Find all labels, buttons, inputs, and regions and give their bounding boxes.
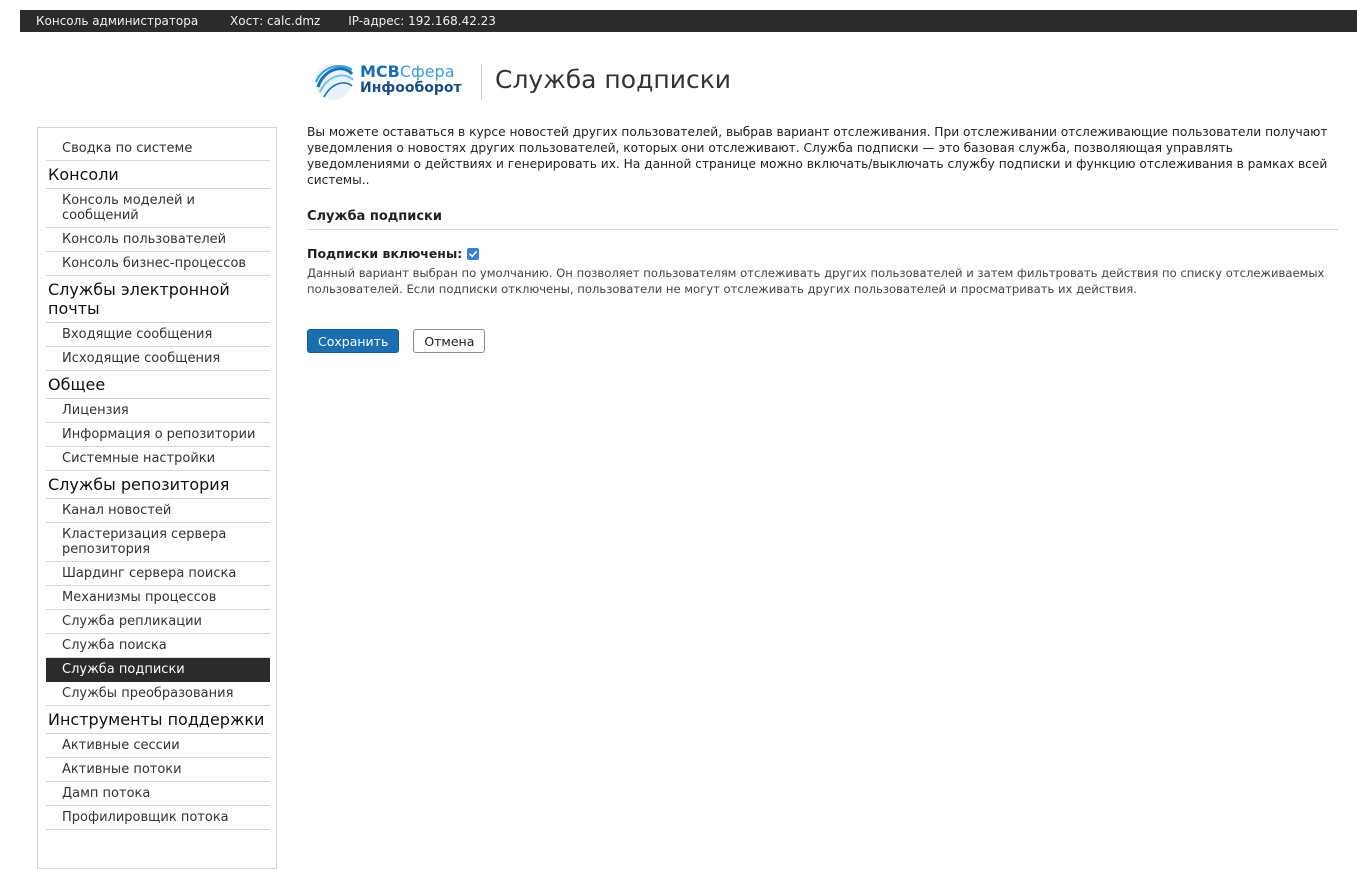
checkmark-icon xyxy=(469,250,478,257)
sidebar-item[interactable]: Исходящие сообщения xyxy=(46,347,270,371)
subscriptions-field: Подписки включены: xyxy=(307,246,1338,261)
page-title: Служба подписки xyxy=(495,65,732,94)
sidebar-item[interactable]: Служба поиска xyxy=(46,634,270,658)
sidebar-item[interactable]: Сводка по системе xyxy=(46,128,270,161)
sidebar-item[interactable]: Информация о репозитории xyxy=(46,423,270,447)
ip-address-label: IP-адрес: 192.168.42.23 xyxy=(348,14,496,28)
form-buttons: Сохранить Отмена xyxy=(307,329,1338,353)
sidebar-item-active[interactable]: Служба подписки xyxy=(46,658,270,682)
sidebar-group-heading: Службы электронной почты xyxy=(46,276,270,323)
sidebar-item[interactable]: Консоль пользователей xyxy=(46,228,270,252)
sidebar-item[interactable]: Профилировщик потока xyxy=(46,806,270,830)
logo-brand-part-2: Сфера xyxy=(399,62,455,81)
sidebar-group-heading: Общее xyxy=(46,371,270,399)
sidebar-item[interactable]: Лицензия xyxy=(46,399,270,423)
host-label: Хост: calc.dmz xyxy=(230,14,321,28)
save-button[interactable]: Сохранить xyxy=(307,329,400,353)
header-divider xyxy=(481,64,482,100)
sidebar-item[interactable]: Шардинг сервера поиска xyxy=(46,562,270,586)
admin-console-label[interactable]: Консоль администратора xyxy=(36,10,198,32)
logo-brand-part-1: МСВ xyxy=(360,62,400,81)
sidebar-item[interactable]: Канал новостей xyxy=(46,499,270,523)
subscriptions-label: Подписки включены: xyxy=(307,246,463,261)
page-description: Вы можете оставаться в курсе новостей др… xyxy=(307,125,1328,187)
subscriptions-checkbox[interactable] xyxy=(467,247,480,260)
section-title: Служба подписки xyxy=(307,209,1338,230)
subscriptions-help-text: Данный вариант выбран по умолчанию. Он п… xyxy=(307,266,1325,296)
topbar-strip: Консоль администратора Хост: calc.dmz IP… xyxy=(20,10,1357,32)
sidebar-group-heading: Консоли xyxy=(46,161,270,189)
logo-subtitle: Инфооборот xyxy=(360,80,462,96)
sidebar-item[interactable]: Механизмы процессов xyxy=(46,586,270,610)
sidebar-item[interactable]: Кластеризация сервера репозитория xyxy=(46,523,270,562)
sidebar-item[interactable]: Консоль моделей и сообщений xyxy=(46,189,270,228)
cancel-button[interactable]: Отмена xyxy=(413,329,486,353)
admin-topbar: Консоль администратора Хост: calc.dmz IP… xyxy=(0,0,1357,32)
sidebar-item[interactable]: Дамп потока xyxy=(46,782,270,806)
sidebar-item[interactable]: Активные сессии xyxy=(46,734,270,758)
brand-logo-text: МСВСфера Инфооборот xyxy=(360,63,480,97)
sidebar-nav: Сводка по системе Консоли Консоль моделей … xyxy=(37,127,277,869)
sidebar-group-heading: Инструменты поддержки xyxy=(46,706,270,734)
sidebar-item[interactable]: Системные настройки xyxy=(46,447,270,471)
sidebar-item[interactable]: Служба репликации xyxy=(46,610,270,634)
main-content: Вы можете оставаться в курсе новостей др… xyxy=(307,124,1338,353)
sidebar-item[interactable]: Консоль бизнес-процессов xyxy=(46,252,270,276)
brand-logo-icon xyxy=(315,64,354,100)
sidebar-item[interactable]: Службы преобразования xyxy=(46,682,270,706)
sidebar-group-heading: Службы репозитория xyxy=(46,471,270,499)
sidebar-item[interactable]: Входящие сообщения xyxy=(46,323,270,347)
sidebar-item[interactable]: Активные потоки xyxy=(46,758,270,782)
